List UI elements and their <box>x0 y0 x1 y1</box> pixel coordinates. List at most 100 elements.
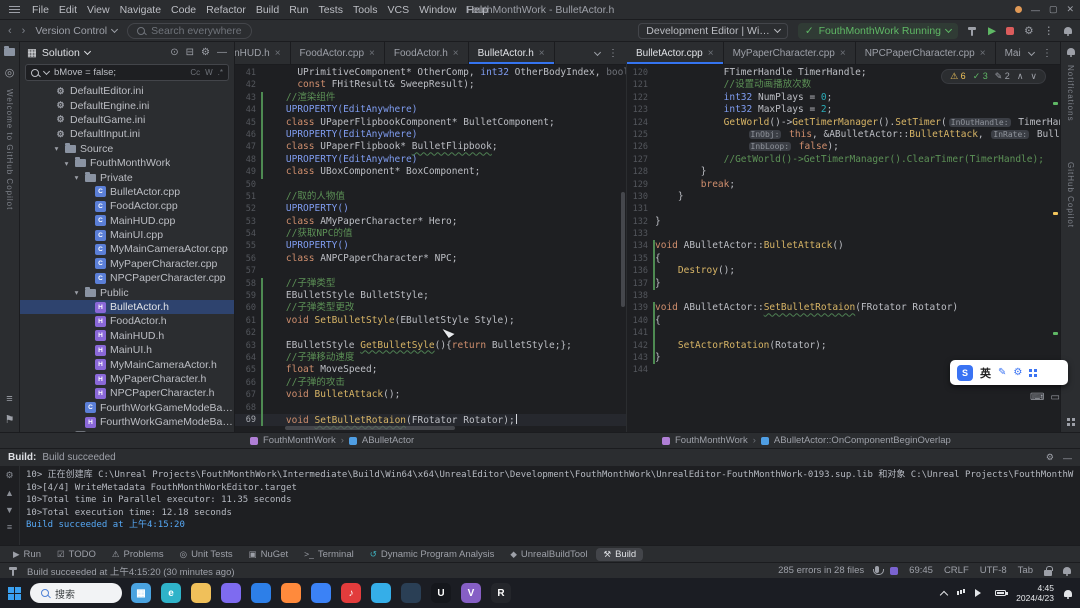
tree-item-MainHUD.h[interactable]: HMainHUD.h <box>20 329 234 343</box>
netease-music-icon[interactable]: ♪ <box>341 583 361 603</box>
breadcrumb-item[interactable]: ABulletActor::OnComponentBeginOverlap <box>774 435 951 446</box>
search-everywhere-input[interactable]: Search everywhere <box>127 23 252 39</box>
tree-item-Private[interactable]: ▾Private <box>20 170 234 184</box>
menu-run[interactable]: Run <box>284 3 313 17</box>
menu-edit[interactable]: Edit <box>54 3 82 17</box>
settings-icon[interactable]: ⚙ <box>1024 25 1033 37</box>
photos-icon[interactable] <box>251 583 271 603</box>
tray-overflow-icon[interactable] <box>940 590 948 598</box>
ime-keyboard-icon[interactable]: ⌨ <box>1030 392 1044 403</box>
more-icon[interactable]: ⋮ <box>1044 25 1055 37</box>
firefox-icon[interactable] <box>281 583 301 603</box>
typos-count[interactable]: ✎ 2 <box>995 71 1010 82</box>
build-icon[interactable] <box>968 26 978 36</box>
close-tab-icon[interactable]: × <box>539 48 545 59</box>
rider-icon[interactable]: R <box>491 583 511 603</box>
build-status-text[interactable]: Build succeeded at 上午4:15:20 (30 minutes… <box>27 564 235 578</box>
menu-code[interactable]: Code <box>166 3 201 17</box>
battery-icon[interactable] <box>995 590 1006 596</box>
scroll-down-icon[interactable]: ▼ <box>5 505 14 515</box>
tree-item-BulletActor.h[interactable]: HBulletActor.h <box>20 300 234 314</box>
tab-MyPaperCharacter.cpp[interactable]: MyPaperCharacter.cpp× <box>724 42 856 64</box>
ime-settings-icon[interactable]: ⚙ <box>1013 367 1022 378</box>
close-tab-icon[interactable]: × <box>453 48 459 59</box>
back-icon[interactable]: ‹ <box>8 25 12 37</box>
tab-BulletActor.cpp[interactable]: BulletActor.cpp× <box>627 42 724 64</box>
tree-item-MyMainCameraActor.cpp[interactable]: CMyMainCameraActor.cpp <box>20 242 234 256</box>
ime-logo-icon[interactable]: S <box>957 365 973 381</box>
tree-item-MyPaperCharacter.h[interactable]: HMyPaperCharacter.h <box>20 372 234 386</box>
tab-NPCPaperCharacter.cpp[interactable]: NPCPaperCharacter.cpp× <box>856 42 996 64</box>
tab-list-dropdown-icon[interactable] <box>594 48 601 55</box>
ime-language-indicator[interactable]: 英 <box>980 365 991 381</box>
settings-icon[interactable]: ⚙ <box>201 47 210 58</box>
line-ending-indicator[interactable]: CRLF <box>944 565 969 576</box>
expand-arrow-icon[interactable]: ▾ <box>52 144 61 153</box>
locate-file-icon[interactable]: ⊙ <box>170 47 178 58</box>
tab-MainHUD.cpp[interactable]: MainHUD.cpp× <box>996 42 1021 64</box>
lock-icon[interactable] <box>1044 570 1052 576</box>
toolwindow-todo[interactable]: ☑TODO <box>50 548 103 561</box>
volume-icon[interactable] <box>975 589 985 597</box>
start-button[interactable] <box>8 587 21 600</box>
expand-arrow-icon[interactable]: ▾ <box>72 288 81 297</box>
more-icon[interactable]: ⋮ <box>1042 48 1052 59</box>
notifications-label[interactable]: Notifications <box>1066 65 1075 122</box>
steam-icon[interactable] <box>401 583 421 603</box>
run-icon[interactable]: ▶ <box>988 25 996 37</box>
notification-center-icon[interactable] <box>1064 590 1072 597</box>
stripe-mark[interactable] <box>1053 212 1058 215</box>
prev-problem-icon[interactable]: ∧ <box>1017 71 1024 82</box>
breadcrumb-item[interactable]: FouthMonthWork <box>263 435 336 446</box>
close-button[interactable]: ✕ <box>1066 4 1074 15</box>
tab-FoodActor.cpp[interactable]: FoodActor.cpp× <box>291 42 385 64</box>
menu-vcs[interactable]: VCS <box>383 3 415 17</box>
file-explorer-icon[interactable] <box>191 583 211 603</box>
tree-item-NPCPaperCharacter.cpp[interactable]: CNPCPaperCharacter.cpp <box>20 271 234 285</box>
github-copilot-label[interactable]: GitHub Copilot <box>1066 162 1075 228</box>
structure-tool-icon[interactable]: ≡ <box>6 393 12 405</box>
network-icon[interactable] <box>957 591 959 595</box>
breadcrumb-item[interactable]: FouthMonthWork <box>675 435 748 446</box>
settings-icon[interactable]: ⚙ <box>1046 452 1054 463</box>
collapse-all-icon[interactable]: ⊟ <box>186 47 194 58</box>
project-tool-icon[interactable] <box>4 48 15 56</box>
soft-wrap-icon[interactable]: ≡ <box>7 522 12 532</box>
tree-item-FourthWorkGameModeBase.h[interactable]: HFourthWorkGameModeBase.h <box>20 415 234 429</box>
checks-count[interactable]: ✓ 3 <box>973 71 988 82</box>
tab-list-dropdown-icon[interactable] <box>1028 48 1035 55</box>
toolwindow-unrealbuildtool[interactable]: ◆UnrealBuildTool <box>503 548 594 561</box>
copilot-welcome-label[interactable]: Welcome to GitHub Copilot <box>5 89 14 210</box>
tab-MainHUD.h[interactable]: MainHUD.h× <box>235 42 291 64</box>
menu-view[interactable]: View <box>82 3 115 17</box>
ime-toolbar[interactable]: S 英 ✎ ⚙ <box>950 360 1068 385</box>
close-tab-icon[interactable]: × <box>369 48 375 59</box>
stripe-mark[interactable] <box>1053 102 1058 105</box>
match-case-icon[interactable]: Cc <box>190 68 200 77</box>
edge-icon[interactable]: e <box>161 583 181 603</box>
menu-build[interactable]: Build <box>251 3 284 17</box>
toolwindow-build[interactable]: ⚒Build <box>596 548 643 561</box>
qq-icon[interactable] <box>371 583 391 603</box>
tree-item-FourthWorkGameModeBase.cp[interactable]: CFourthWorkGameModeBase.cp <box>20 401 234 415</box>
hide-panel-icon[interactable]: — <box>217 47 227 58</box>
minimize-panel-icon[interactable]: — <box>1063 453 1072 463</box>
regex-icon[interactable]: .* <box>218 68 223 77</box>
tree-item-Source[interactable]: ▾Source <box>20 142 234 156</box>
toolwindow-dynamic-program-analysis[interactable]: ↺Dynamic Program Analysis <box>363 548 502 561</box>
warnings-count[interactable]: ⚠ 6 <box>950 71 966 82</box>
toolwindow-run[interactable]: ▶Run <box>6 548 48 561</box>
tree-item-DefaultEngine.ini[interactable]: ⚙DefaultEngine.ini <box>20 98 234 112</box>
tree-item-MainUI.h[interactable]: HMainUI.h <box>20 343 234 357</box>
next-problem-icon[interactable]: ∨ <box>1030 71 1037 82</box>
minimize-button[interactable]: — <box>1031 5 1040 15</box>
caret-position[interactable]: 69:45 <box>909 565 933 576</box>
tree-item-DefaultGame.ini[interactable]: ⚙DefaultGame.ini <box>20 113 234 127</box>
build-console[interactable]: 10> 正在创建库 C:\Unreal Projects\FouthMonthW… <box>20 466 1080 545</box>
tree-item-MainUI.cpp[interactable]: CMainUI.cpp <box>20 228 234 242</box>
ime-pen-icon[interactable]: ✎ <box>998 367 1006 378</box>
vcs-widget[interactable]: Version Control <box>35 25 117 37</box>
clock[interactable]: 4:45 2024/4/23 <box>1016 583 1054 603</box>
error-summary[interactable]: 285 errors in 28 files <box>778 565 864 576</box>
breadcrumb-item[interactable]: ABulletActor <box>362 435 414 446</box>
